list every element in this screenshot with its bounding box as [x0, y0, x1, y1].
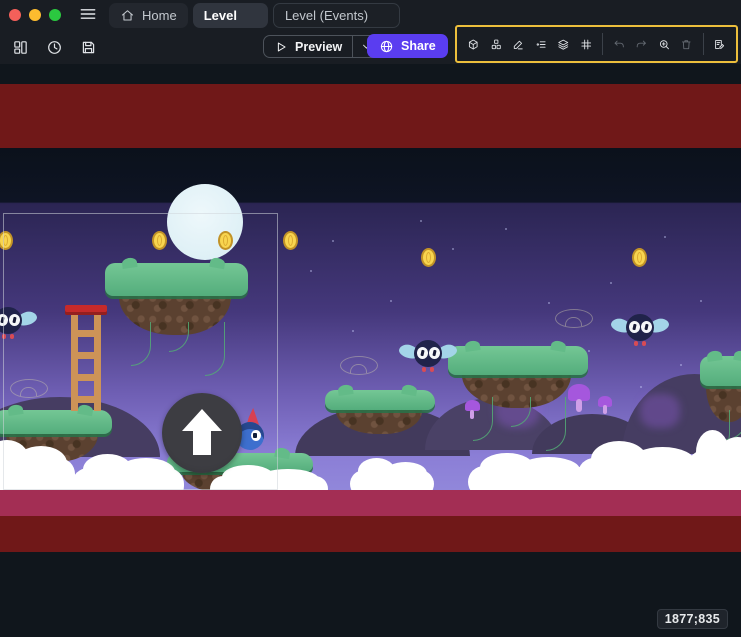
ghost-outline-object[interactable]: [340, 356, 378, 375]
island-platform[interactable]: [448, 346, 588, 408]
cursor-coordinates: 1877;835: [657, 609, 728, 629]
delete-button: [678, 34, 695, 55]
ghost-outline-object[interactable]: [555, 309, 593, 328]
star: [588, 350, 590, 352]
grid-button[interactable]: [578, 34, 595, 55]
tab-label: Level: [204, 8, 237, 23]
history-button[interactable]: [42, 35, 67, 60]
star: [548, 302, 550, 304]
ground-band-crimson: [0, 490, 741, 516]
game-scene: [0, 64, 741, 637]
highlighted-tool-strip: [455, 25, 738, 63]
project-panels-button[interactable]: [8, 35, 33, 60]
scene-properties-button[interactable]: [711, 34, 728, 55]
redo-button: [633, 34, 650, 55]
objects-panel-button[interactable]: [465, 34, 482, 55]
star: [310, 270, 312, 272]
coin[interactable]: [421, 248, 436, 267]
instances-list-button[interactable]: [533, 34, 550, 55]
tab-label: Level (Events): [285, 8, 368, 23]
star: [664, 236, 666, 238]
ground-band-red: [0, 516, 741, 552]
star: [420, 220, 422, 222]
window-close-button[interactable]: [9, 9, 21, 21]
island-platform[interactable]: [700, 356, 741, 422]
selection-rectangle[interactable]: [3, 213, 278, 490]
enemy-fly[interactable]: [612, 312, 668, 352]
zoom-in-button[interactable]: [656, 34, 673, 55]
island-platform[interactable]: [325, 390, 435, 434]
toolbar-left-buttons: [8, 30, 101, 64]
coin[interactable]: [632, 248, 647, 267]
home-icon: [120, 8, 135, 23]
coin[interactable]: [283, 231, 298, 250]
star: [505, 228, 507, 230]
preview-label: Preview: [295, 40, 342, 54]
close-icon[interactable]: [244, 9, 257, 22]
tab-level-events[interactable]: Level (Events): [273, 3, 400, 28]
enemy-fly[interactable]: [400, 338, 456, 378]
edit-button[interactable]: [510, 34, 527, 55]
star: [610, 282, 612, 284]
toolbar-divider: [703, 33, 704, 55]
star: [332, 240, 334, 242]
scene-editor-canvas[interactable]: 1877;835: [0, 64, 741, 637]
hamburger-icon: [78, 4, 98, 24]
toolbar-divider: [602, 33, 603, 55]
window-maximize-button[interactable]: [49, 9, 61, 21]
tab-bar: Home Level Level (Events): [109, 0, 400, 30]
share-label: Share: [401, 39, 436, 53]
mushroom[interactable]: [598, 396, 612, 414]
glow-plant: [640, 394, 680, 428]
save-button[interactable]: [76, 35, 101, 60]
undo-button: [611, 34, 628, 55]
star: [640, 386, 642, 388]
play-icon: [274, 40, 288, 54]
star: [390, 300, 392, 302]
preview-button[interactable]: Preview: [264, 36, 353, 57]
tab-level[interactable]: Level: [193, 3, 268, 28]
layers-button[interactable]: [555, 34, 572, 55]
star: [700, 300, 702, 302]
tab-label: Home: [142, 8, 177, 23]
globe-icon: [379, 39, 394, 54]
tab-home[interactable]: Home: [109, 3, 188, 28]
star: [352, 330, 354, 332]
star: [680, 364, 682, 366]
ceiling-band: [0, 84, 741, 148]
object-groups-button[interactable]: [488, 34, 505, 55]
close-icon[interactable]: [375, 9, 388, 22]
preview-button-group: Preview: [263, 35, 381, 58]
share-button[interactable]: Share: [367, 34, 448, 58]
window-minimize-button[interactable]: [29, 9, 41, 21]
hamburger-menu-button[interactable]: [75, 2, 101, 28]
gdevelop-window: Home Level Level (Events) Preview Share 18…: [0, 0, 741, 637]
toolbar: Preview Share: [0, 30, 741, 64]
star: [452, 248, 454, 250]
